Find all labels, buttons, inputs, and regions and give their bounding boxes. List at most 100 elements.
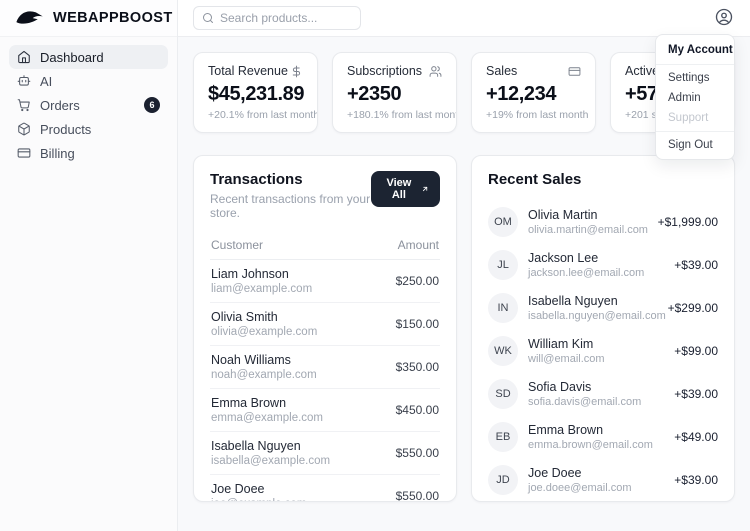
amount-cell: $450.00 — [395, 403, 439, 417]
customer-email: olivia@example.com — [211, 326, 318, 338]
avatar: OM — [488, 206, 518, 237]
amount-cell: $350.00 — [395, 360, 439, 374]
stat-label: Sales — [486, 64, 518, 78]
sidebar-item-label: Billing — [40, 145, 75, 161]
avatar: IN — [488, 292, 518, 323]
table-row: Isabella Nguyen isabella@example.com $550.… — [210, 432, 440, 475]
sidebar: WEBAPPBOOST Dashboard AI Orders 6 Products Bi… — [0, 0, 178, 531]
stat-label: Subscriptions — [347, 64, 423, 78]
sale-name: Olivia Martin — [528, 207, 598, 222]
customer-cell: Liam Johnson liam@example.com — [211, 267, 312, 295]
recent-sales-title: Recent Sales — [488, 171, 582, 188]
stat-change: +19% from last month — [486, 109, 589, 121]
customer-cell: Noah Williams noah@example.com — [211, 353, 317, 381]
sale-name: Emma Brown — [528, 422, 604, 437]
brand-name: WEBAPPBOOST — [53, 10, 173, 26]
sidebar-item-billing[interactable]: Billing — [9, 141, 168, 165]
sale-info: Olivia Martin olivia.martin@email.com — [528, 208, 648, 236]
sidebar-item-label: Products — [40, 121, 92, 137]
menu-item-sign-out[interactable]: Sign Out — [660, 135, 730, 155]
sale-amount: +$49.00 — [674, 429, 718, 444]
user-circle-icon[interactable] — [715, 8, 735, 28]
stat-value: +2350 — [347, 83, 402, 105]
arrow-up-right-icon — [422, 186, 428, 192]
sale-info: Isabella Nguyen isabella.nguyen@email.com — [528, 293, 666, 322]
customer-name: Emma Brown — [211, 396, 287, 410]
stat-change: +180.1% from last month — [347, 109, 457, 121]
avatar: JD — [488, 464, 518, 495]
recent-sales-panel: Recent Sales OM Olivia Martin olivia.marti… — [471, 155, 735, 502]
avatar: JL — [488, 249, 518, 280]
customer-cell: Joe Doee joe@example.com — [211, 482, 306, 501]
transactions-title: Transactions — [210, 171, 303, 188]
sidebar-item-orders[interactable]: Orders 6 — [9, 93, 168, 117]
column-header-customer: Customer — [211, 238, 264, 252]
view-all-label: View All — [386, 177, 412, 201]
sale-name: Isabella Nguyen — [528, 293, 618, 308]
list-item: WK William Kim will@email.com +$99.00 — [488, 329, 718, 372]
list-item: EB Emma Brown emma.brown@email.com +$49.00 — [488, 415, 718, 458]
stat-card-header: Sales — [486, 64, 581, 78]
stat-card-header: Total Revenue — [208, 64, 303, 78]
amount-cell: $250.00 — [395, 274, 439, 288]
menu-item-admin[interactable]: Admin — [660, 88, 730, 108]
sidebar-item-dashboard[interactable]: Dashboard — [9, 45, 168, 69]
transactions-subtitle: Recent transactions from your store. — [210, 192, 371, 220]
sale-email: joe.doee@email.com — [528, 481, 632, 494]
sale-email: sofia.davis@email.com — [528, 395, 642, 408]
user-menu: My Account Settings Admin Support Sign Out — [655, 34, 735, 160]
customer-email: isabella@example.com — [211, 455, 331, 467]
sale-info: Sofia Davis sofia.davis@email.com — [528, 380, 664, 408]
sale-email: isabella.nguyen@email.com — [528, 309, 666, 322]
customer-name: Joe Doee — [211, 482, 265, 496]
sale-email: emma.brown@email.com — [528, 438, 653, 451]
customer-cell: Isabella Nguyen isabella@example.com — [211, 439, 330, 467]
stat-card-sales: Sales +12,234 +19% from last month — [471, 52, 596, 133]
sale-email: jackson.lee@email.com — [528, 266, 645, 279]
stat-card-total-revenue: Total Revenue $45,231.89 +20.1% from last … — [193, 52, 318, 133]
customer-cell: Emma Brown emma@example.com — [211, 396, 323, 424]
customer-name: Isabella Nguyen — [211, 439, 301, 453]
brand-logo: WEBAPPBOOST — [0, 0, 177, 37]
shopping-cart-icon — [17, 98, 31, 112]
sale-amount: +$1,999.00 — [657, 214, 718, 229]
search-box[interactable] — [193, 6, 361, 30]
sidebar-item-ai[interactable]: AI — [9, 69, 168, 93]
sidebar-item-label: AI — [40, 73, 53, 89]
bot-icon — [17, 74, 31, 88]
sale-info: Emma Brown emma.brown@email.com — [528, 423, 664, 451]
dollar-sign-icon — [290, 65, 303, 78]
sale-amount: +$299.00 — [667, 300, 718, 315]
customer-cell: Olivia Smith olivia@example.com — [211, 310, 317, 338]
view-all-button[interactable]: View All — [370, 171, 440, 207]
package-icon — [17, 122, 31, 136]
stat-value: +12,234 — [486, 83, 557, 105]
transactions-panel: Transactions Recent transactions from yo… — [193, 155, 457, 502]
sale-email: olivia.martin@email.com — [528, 223, 648, 236]
recent-sales-list: OM Olivia Martin olivia.martin@email.com +$… — [488, 200, 718, 501]
sale-name: Jackson Lee — [528, 250, 599, 265]
table-row: Noah Williams noah@example.com $350.00 — [210, 346, 440, 389]
sidebar-nav: Dashboard AI Orders 6 Products Billing — [0, 37, 177, 173]
table-row: Emma Brown emma@example.com $450.00 — [210, 389, 440, 432]
stat-card-subscriptions: Subscriptions +2350 +180.1% from last mont… — [332, 52, 457, 133]
search-icon — [203, 13, 213, 23]
search-input[interactable] — [220, 11, 352, 25]
sale-amount: +$39.00 — [674, 386, 718, 401]
table-row: Joe Doee joe@example.com $550.00 — [210, 475, 440, 502]
menu-divider — [656, 64, 734, 65]
sale-email: will@email.com — [528, 352, 605, 365]
sidebar-item-products[interactable]: Products — [9, 117, 168, 141]
list-item: OM Olivia Martin olivia.martin@email.com +$… — [488, 200, 718, 243]
amount-cell: $550.00 — [395, 489, 439, 502]
sale-name: William Kim — [528, 336, 594, 351]
amount-cell: $550.00 — [395, 446, 439, 460]
customer-name: Olivia Smith — [211, 310, 278, 324]
stat-card-header: Subscriptions — [347, 64, 442, 78]
menu-item-settings[interactable]: Settings — [660, 68, 730, 88]
stat-change: +20.1% from last month — [208, 109, 318, 121]
customer-email: liam@example.com — [211, 283, 313, 295]
topbar — [178, 0, 750, 37]
list-item: JD Joe Doee joe.doee@email.com +$39.00 — [488, 458, 718, 501]
sidebar-item-label: Orders — [40, 97, 80, 113]
